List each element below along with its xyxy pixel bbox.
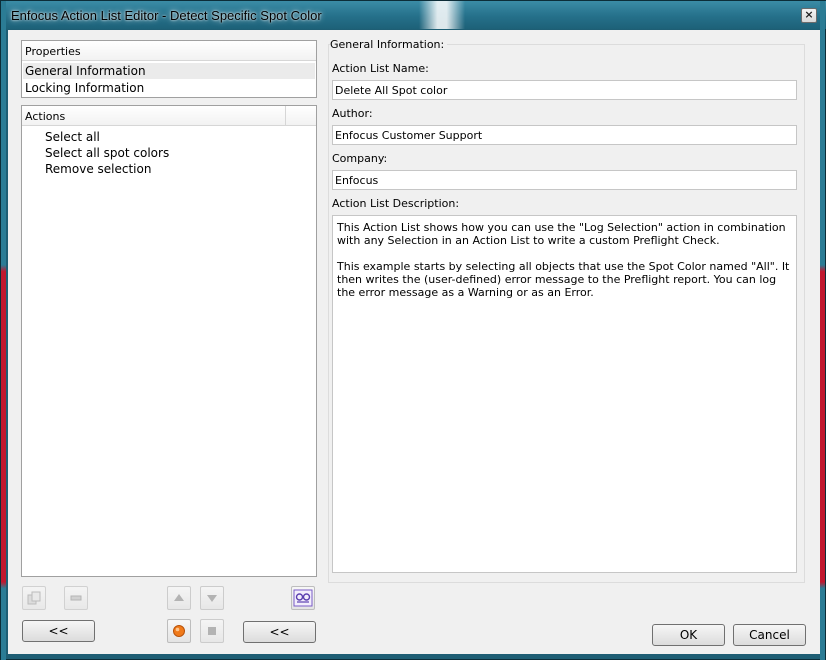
cancel-button[interactable]: Cancel bbox=[733, 624, 806, 646]
property-item-general-information[interactable]: General Information bbox=[23, 63, 315, 79]
glasses-icon bbox=[293, 589, 313, 607]
move-up-icon bbox=[174, 594, 184, 601]
action-item-remove-selection[interactable]: Remove selection bbox=[45, 162, 151, 176]
collapse-left-button[interactable]: << bbox=[22, 620, 95, 642]
actions-panel: Actions Select all Select all spot color… bbox=[21, 105, 317, 577]
record-button[interactable] bbox=[167, 619, 191, 643]
close-button[interactable]: × bbox=[801, 8, 817, 23]
window-border-left bbox=[1, 1, 6, 660]
properties-panel: Properties General Information Locking I… bbox=[21, 40, 317, 98]
actions-header: Actions bbox=[22, 106, 316, 126]
properties-header: Properties bbox=[22, 41, 316, 61]
actions-header-label: Actions bbox=[25, 110, 66, 123]
description-paragraph: This example starts by selecting all obj… bbox=[337, 260, 790, 299]
property-item-label: Locking Information bbox=[25, 81, 145, 95]
stop-button[interactable] bbox=[200, 619, 224, 643]
move-up-button[interactable] bbox=[167, 586, 191, 610]
description-paragraph: This Action List shows how you can use t… bbox=[337, 221, 786, 247]
action-list-name-field[interactable]: Delete All Spot color bbox=[332, 80, 797, 100]
header-column-divider bbox=[285, 106, 286, 126]
inspect-button[interactable] bbox=[291, 586, 315, 610]
title-bar[interactable]: Enfocus Action List Editor - Detect Spec… bbox=[1, 1, 826, 29]
application-window: Enfocus Action List Editor - Detect Spec… bbox=[0, 0, 826, 660]
remove-action-button[interactable] bbox=[64, 586, 88, 610]
collapse-right-button[interactable]: << bbox=[243, 621, 316, 643]
move-down-icon bbox=[207, 595, 217, 602]
dialog-client-area: Properties General Information Locking I… bbox=[8, 30, 820, 654]
move-down-button[interactable] bbox=[200, 586, 224, 610]
property-item-label: General Information bbox=[25, 64, 146, 78]
ok-button[interactable]: OK bbox=[652, 624, 725, 646]
description-textarea[interactable]: This Action List shows how you can use t… bbox=[332, 215, 797, 573]
action-item-select-all-spot-colors[interactable]: Select all spot colors bbox=[45, 146, 169, 160]
window-border-right bbox=[820, 1, 825, 660]
properties-header-label: Properties bbox=[25, 45, 81, 58]
remove-icon bbox=[70, 595, 82, 601]
record-icon bbox=[173, 625, 185, 637]
duplicate-action-button[interactable] bbox=[22, 586, 46, 610]
description-label: Action List Description: bbox=[332, 197, 460, 210]
duplicate-icon bbox=[27, 591, 41, 605]
author-label: Author: bbox=[332, 107, 373, 120]
author-field[interactable]: Enfocus Customer Support bbox=[332, 125, 797, 145]
stop-icon bbox=[208, 627, 216, 635]
company-field[interactable]: Enfocus bbox=[332, 170, 797, 190]
company-label: Company: bbox=[332, 152, 388, 165]
action-item-select-all[interactable]: Select all bbox=[45, 130, 100, 144]
title-bar-highlight bbox=[419, 1, 465, 29]
action-list-name-label: Action List Name: bbox=[332, 62, 429, 75]
property-item-locking-information[interactable]: Locking Information bbox=[23, 80, 315, 96]
window-title: Enfocus Action List Editor - Detect Spec… bbox=[11, 8, 322, 23]
general-information-group-label: General Information: bbox=[330, 38, 448, 51]
